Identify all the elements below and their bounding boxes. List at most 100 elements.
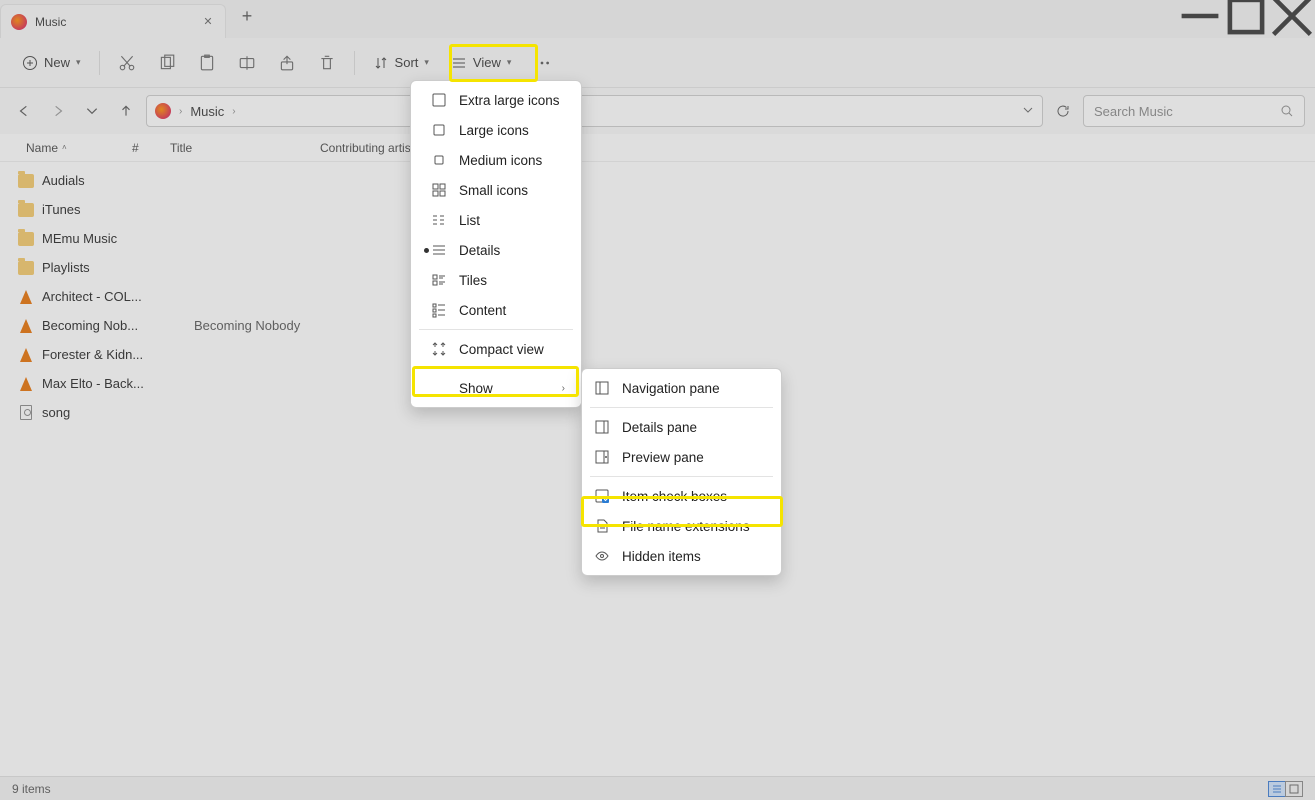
menu-preview-pane[interactable]: Preview pane: [582, 442, 781, 472]
delete-button[interactable]: [310, 46, 344, 80]
vlc-icon: [18, 318, 34, 334]
menu-details[interactable]: Details: [411, 235, 581, 265]
view-button[interactable]: View ▾: [443, 46, 519, 80]
menu-navigation-pane[interactable]: Navigation pane: [582, 373, 781, 403]
new-button[interactable]: New ▾: [14, 46, 89, 80]
large-view-toggle[interactable]: [1285, 781, 1303, 797]
recent-button[interactable]: [78, 95, 106, 127]
search-placeholder: Search Music: [1094, 104, 1173, 119]
cut-button[interactable]: [110, 46, 144, 80]
file-name: song: [42, 405, 148, 420]
menu-content[interactable]: Content: [411, 295, 581, 325]
file-row[interactable]: MEmu Music: [0, 224, 1315, 253]
column-title[interactable]: Title: [170, 141, 320, 155]
file-name: Max Elto - Back...: [42, 376, 148, 391]
menu-show[interactable]: Show›: [411, 373, 581, 403]
vlc-icon: [18, 347, 34, 363]
more-icon: [533, 54, 551, 72]
hidden-icon: [594, 548, 610, 564]
file-name: iTunes: [42, 202, 148, 217]
close-button[interactable]: [1269, 0, 1315, 32]
menu-large-icons[interactable]: Large icons: [411, 115, 581, 145]
menu-details-pane[interactable]: Details pane: [582, 412, 781, 442]
file-row[interactable]: Forester & Kidn...: [0, 340, 1315, 369]
menu-separator: [590, 476, 773, 477]
new-tab-button[interactable]: +: [232, 6, 262, 27]
paste-button[interactable]: [190, 46, 224, 80]
file-row[interactable]: Audials: [0, 166, 1315, 195]
chevron-down-icon: ▾: [507, 57, 512, 68]
file-row[interactable]: Becoming Nob... Becoming Nobody: [0, 311, 1315, 340]
menu-hidden-items[interactable]: Hidden items: [582, 541, 781, 571]
folder-icon: [18, 173, 34, 189]
file-name: Audials: [42, 173, 148, 188]
menu-separator: [419, 329, 573, 330]
separator: [354, 51, 355, 75]
copy-icon: [158, 54, 176, 72]
paste-icon: [198, 54, 216, 72]
menu-extra-large-icons[interactable]: Extra large icons: [411, 85, 581, 115]
refresh-button[interactable]: [1049, 95, 1077, 127]
breadcrumb-item[interactable]: Music: [190, 104, 224, 119]
item-count: 9 items: [12, 782, 51, 796]
window-controls: [1177, 0, 1315, 32]
navigation-pane-icon: [594, 380, 610, 396]
share-button[interactable]: [270, 46, 304, 80]
file-name: Becoming Nob...: [42, 318, 148, 333]
checkbox-icon: [594, 488, 610, 504]
menu-tiles[interactable]: Tiles: [411, 265, 581, 295]
content-icon: [431, 302, 447, 318]
column-name[interactable]: Name˄: [26, 141, 132, 155]
sort-icon: [373, 55, 389, 71]
file-row[interactable]: Architect - COL...: [0, 282, 1315, 311]
selected-indicator: [424, 248, 429, 253]
file-title: Becoming Nobody: [194, 318, 344, 333]
preview-pane-icon: [594, 449, 610, 465]
up-button[interactable]: [112, 95, 140, 127]
more-button[interactable]: [525, 46, 559, 80]
view-dropdown-menu: Extra large icons Large icons Medium ico…: [410, 80, 582, 408]
copy-button[interactable]: [150, 46, 184, 80]
medium-icons-icon: [431, 152, 447, 168]
file-name: Forester & Kidn...: [42, 347, 148, 362]
extra-large-icons-icon: [431, 92, 447, 108]
music-folder-icon: [11, 14, 27, 30]
address-bar[interactable]: › Music ›: [146, 95, 1043, 127]
file-name: Architect - COL...: [42, 289, 148, 304]
menu-compact-view[interactable]: Compact view: [411, 334, 581, 364]
maximize-button[interactable]: [1223, 0, 1269, 32]
cut-icon: [118, 54, 136, 72]
titlebar: Music ✕ +: [0, 0, 1315, 38]
menu-file-name-extensions[interactable]: File name extensions: [582, 511, 781, 541]
minimize-button[interactable]: [1177, 0, 1223, 32]
new-label: New: [44, 55, 70, 70]
tab-title: Music: [35, 15, 66, 29]
back-button[interactable]: [10, 95, 38, 127]
menu-medium-icons[interactable]: Medium icons: [411, 145, 581, 175]
menu-item-check-boxes[interactable]: Item check boxes: [582, 481, 781, 511]
search-input[interactable]: Search Music: [1083, 95, 1305, 127]
details-view-toggle[interactable]: [1268, 781, 1286, 797]
view-icon: [451, 55, 467, 71]
view-label: View: [473, 55, 501, 70]
file-row[interactable]: iTunes: [0, 195, 1315, 224]
sort-button[interactable]: Sort ▾: [365, 46, 437, 80]
column-number[interactable]: #: [132, 141, 170, 155]
plus-circle-icon: [22, 55, 38, 71]
show-submenu: Navigation pane Details pane Preview pan…: [581, 368, 782, 576]
menu-list[interactable]: List: [411, 205, 581, 235]
window-tab[interactable]: Music ✕: [0, 4, 226, 38]
chevron-down-icon: ▾: [424, 57, 429, 68]
address-dropdown-button[interactable]: [1022, 104, 1034, 119]
chevron-right-icon: ›: [562, 383, 565, 394]
menu-small-icons[interactable]: Small icons: [411, 175, 581, 205]
chevron-right-icon: ›: [232, 106, 235, 117]
tiles-icon: [431, 272, 447, 288]
forward-button[interactable]: [44, 95, 72, 127]
file-name: Playlists: [42, 260, 148, 275]
tab-close-button[interactable]: ✕: [201, 15, 215, 29]
rename-button[interactable]: [230, 46, 264, 80]
list-icon: [431, 212, 447, 228]
file-row[interactable]: Playlists: [0, 253, 1315, 282]
toolbar: New ▾ Sort ▾ View ▾: [0, 38, 1315, 88]
